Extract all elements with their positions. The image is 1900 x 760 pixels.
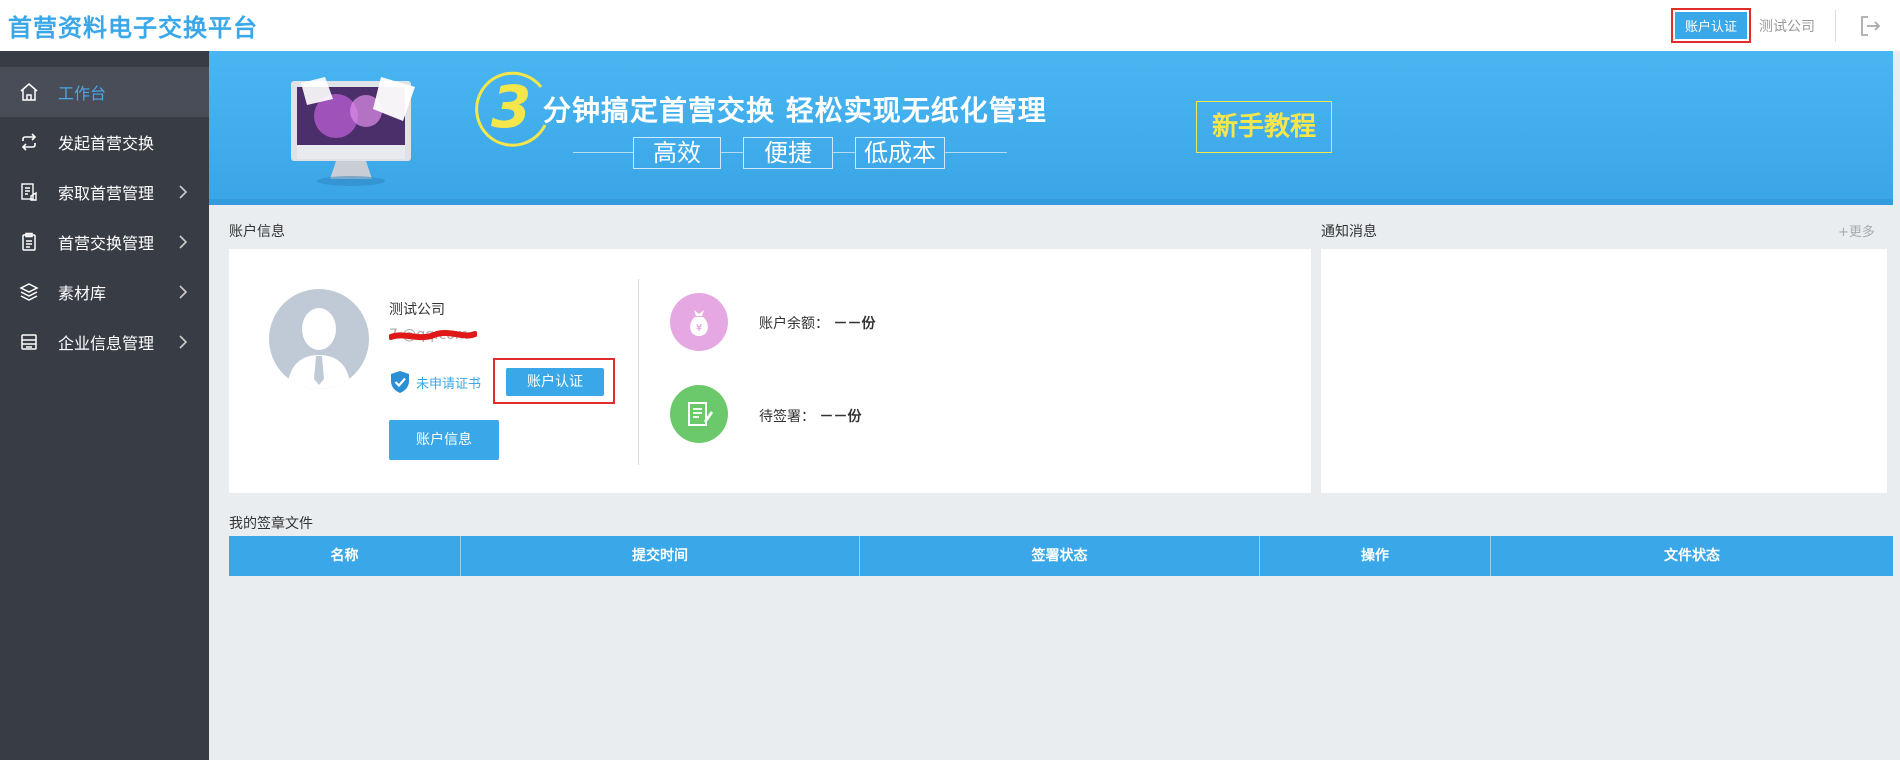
- cert-button-highlight: 账户认证: [493, 358, 615, 404]
- header-actions: 账户认证 测试公司: [1670, 0, 1900, 51]
- banner-bottom-strip: [209, 199, 1893, 205]
- pending-value: －－份: [819, 409, 862, 425]
- sidebar-item-workbench[interactable]: 工作台: [0, 67, 209, 117]
- sidebar-item-enterprise-info[interactable]: 企业信息管理: [0, 317, 209, 367]
- header-cert-button[interactable]: 账户认证: [1674, 12, 1747, 39]
- sidebar-item-exchange-management[interactable]: 首营交换管理: [0, 217, 209, 267]
- sidebar-item-label: 索取首营管理: [58, 184, 155, 203]
- column-header: 文件状态: [1664, 548, 1720, 564]
- account-info-button[interactable]: 账户信息: [389, 420, 499, 460]
- promo-banner: 3 分钟搞定首营交换 轻松实现无纸化管理 高效 便捷 低成本 新手教程: [209, 51, 1893, 205]
- account-section-title: 账户信息: [229, 224, 285, 240]
- certificate-status[interactable]: 未申请证书: [389, 370, 481, 394]
- shield-check-icon: [391, 371, 409, 393]
- account-company-name: 测试公司: [389, 302, 445, 318]
- banner-tag: 低成本: [855, 137, 945, 169]
- column-header: 提交时间: [461, 536, 860, 576]
- avatar[interactable]: [269, 289, 369, 389]
- certificate-status-label: 未申请证书: [416, 376, 482, 392]
- panel-divider: [638, 279, 639, 465]
- column-header: 名称: [229, 536, 461, 576]
- pending-stat: 待签署： －－份: [759, 406, 861, 426]
- top-header: 首营资料电子交换平台 账户认证 测试公司: [0, 0, 1900, 51]
- slogan-line-mid: [833, 152, 855, 153]
- balance-stat-icon: ¥: [670, 293, 728, 351]
- chevron-right-icon: [179, 335, 188, 349]
- slogan-line-left: [573, 152, 633, 153]
- documents-section-title: 我的签章文件: [229, 516, 313, 532]
- exchange-icon: [18, 131, 40, 153]
- sidebar-item-material-library[interactable]: 素材库: [0, 267, 209, 317]
- sidebar: 工作台 发起首营交换 索取首营管理 首营交换管理 素材库 企业信息管理: [0, 51, 209, 760]
- sidebar-item-label: 首营交换管理: [58, 234, 155, 253]
- slogan-line-right: [945, 152, 1007, 153]
- chevron-right-icon: [179, 235, 188, 249]
- balance-stat: 账户余额： －－份: [759, 313, 875, 333]
- sidebar-item-label: 素材库: [58, 284, 107, 303]
- computer-illustration: [291, 77, 415, 186]
- tutorial-button[interactable]: 新手教程: [1196, 101, 1332, 153]
- user-silhouette-icon: [287, 308, 351, 389]
- app-title: 首营资料电子交换平台: [8, 14, 258, 42]
- chevron-right-icon: [179, 285, 188, 299]
- layers-icon: [18, 281, 40, 303]
- banner-number: 3: [491, 73, 532, 141]
- redaction-mark: [389, 330, 477, 341]
- building-icon: [18, 331, 40, 353]
- column-header: 操作: [1260, 536, 1491, 576]
- notice-panel: [1321, 249, 1887, 493]
- logout-icon[interactable]: [1850, 6, 1890, 46]
- request-doc-icon: [18, 181, 40, 203]
- sidebar-item-request-management[interactable]: 索取首营管理: [0, 167, 209, 217]
- header-cert-highlight: 账户认证: [1670, 8, 1751, 43]
- balance-value: －－份: [833, 316, 876, 332]
- sidebar-item-start-exchange[interactable]: 发起首营交换: [0, 117, 209, 167]
- sidebar-item-label: 企业信息管理: [58, 334, 155, 353]
- pending-label: 待签署：: [759, 409, 815, 425]
- column-header: 签署状态: [860, 536, 1260, 576]
- svg-text:¥: ¥: [696, 323, 702, 334]
- notice-section-title: 通知消息: [1321, 224, 1377, 240]
- banner-slogan: 分钟搞定首营交换 轻松实现无纸化管理: [543, 94, 1047, 127]
- banner-tag: 高效: [633, 137, 721, 169]
- home-icon: [18, 81, 40, 103]
- money-bag-icon: ¥: [690, 310, 708, 336]
- slogan-line-mid: [721, 152, 743, 153]
- documents-table-header: 名称 提交时间 签署状态 操作 文件状态: [229, 536, 1893, 576]
- chevron-right-icon: [179, 185, 188, 199]
- sidebar-item-label: 工作台: [58, 84, 107, 103]
- notice-more-link[interactable]: +更多: [1838, 221, 1875, 240]
- sidebar-item-label: 发起首营交换: [58, 134, 155, 153]
- header-company-name[interactable]: 测试公司: [1759, 16, 1815, 36]
- clipboard-icon: [18, 231, 40, 253]
- account-cert-button[interactable]: 账户认证: [506, 368, 604, 396]
- account-info-panel: 测试公司 7 @qq.com 未申请证书 账户认证 账户信息 ¥ 账户余额： －…: [229, 249, 1311, 493]
- balance-label: 账户余额：: [759, 316, 829, 332]
- header-divider: [1835, 9, 1836, 42]
- sign-document-icon: [688, 402, 713, 426]
- banner-tag: 便捷: [743, 137, 833, 169]
- pending-stat-icon: [670, 385, 728, 443]
